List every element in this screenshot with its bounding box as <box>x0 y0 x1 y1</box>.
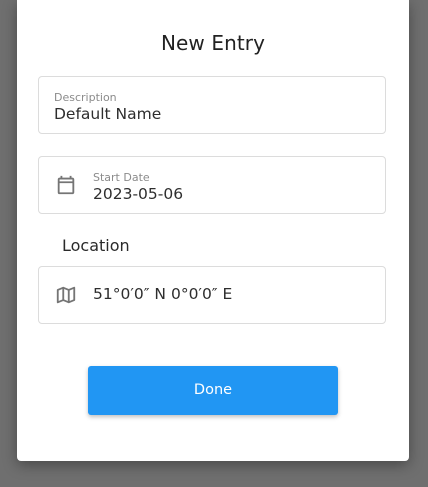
location-field[interactable]: 51°0′0″ N 0°0′0″ E <box>38 266 386 324</box>
location-heading: Location <box>62 236 130 255</box>
location-value: 51°0′0″ N 0°0′0″ E <box>93 285 233 303</box>
done-button[interactable]: Done <box>88 366 338 415</box>
start-date-value: 2023-05-06 <box>93 185 184 203</box>
map-icon <box>55 284 77 306</box>
new-entry-dialog: New Entry Description Default Name Start… <box>17 0 409 461</box>
start-date-field[interactable]: Start Date 2023-05-06 <box>38 156 386 214</box>
start-date-label: Start Date <box>93 171 150 184</box>
description-value: Default Name <box>54 105 162 123</box>
description-label: Description <box>54 91 117 104</box>
calendar-icon <box>55 174 77 196</box>
dialog-title: New Entry <box>160 31 266 55</box>
description-field[interactable]: Description Default Name <box>38 76 386 134</box>
